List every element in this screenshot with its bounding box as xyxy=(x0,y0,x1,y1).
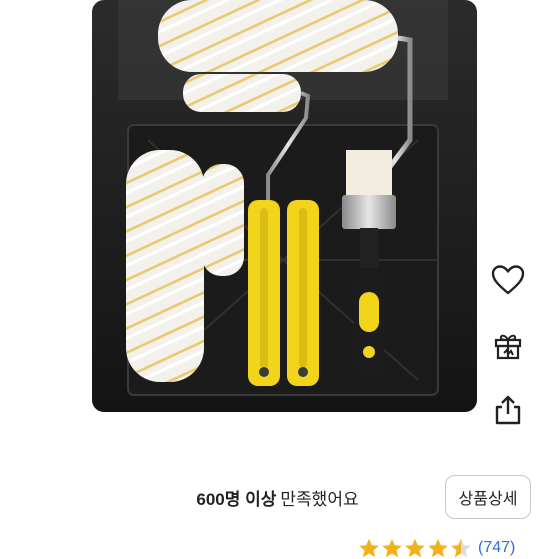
star-icon xyxy=(428,538,448,557)
gift-box-icon xyxy=(493,331,523,361)
star-icon xyxy=(359,538,379,557)
share-upload-icon xyxy=(493,394,523,426)
gift-button[interactable] xyxy=(486,324,530,368)
review-count-text: 600명 이상 xyxy=(196,490,277,509)
rating-count[interactable]: (747) xyxy=(478,539,515,557)
review-satisfied-text: 만족했어요 xyxy=(280,490,359,509)
star-half-icon xyxy=(451,538,471,557)
like-button[interactable] xyxy=(486,258,530,302)
heart-outline-icon xyxy=(491,264,525,296)
share-button[interactable] xyxy=(486,388,530,432)
rating-row[interactable]: (747) xyxy=(358,538,515,558)
star-icon xyxy=(382,538,402,557)
star-icon xyxy=(405,538,425,557)
product-detail-button[interactable]: 상품상세 xyxy=(445,475,531,519)
product-image[interactable] xyxy=(88,0,483,430)
rating-stars xyxy=(358,538,472,559)
